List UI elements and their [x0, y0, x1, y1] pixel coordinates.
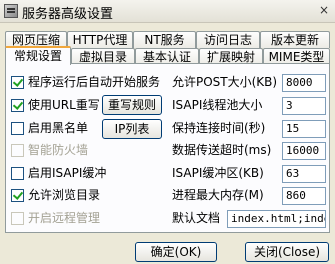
- server-settings-window: 服务器高级设置 × 网页压缩 HTTP代理 NT服务 访问日志 版本更新 常规设…: [0, 0, 335, 264]
- tab-version-update[interactable]: 版本更新: [260, 31, 330, 48]
- checkbox-box[interactable]: [11, 212, 24, 225]
- checkbox-label: 启用黑名单: [28, 121, 89, 135]
- close-icon[interactable]: ×: [315, 2, 333, 19]
- post-size-field[interactable]: 8000: [282, 74, 326, 92]
- tab-general-settings[interactable]: 常规设置: [5, 46, 71, 65]
- checkbox-label: 启用ISAPI缓冲: [28, 166, 107, 180]
- isapi-buffer-size-label: ISAPI缓冲区(KB): [172, 166, 264, 180]
- transfer-timeout-field[interactable]: 16000: [282, 142, 326, 160]
- default-document-label: 默认文档: [172, 211, 221, 225]
- checkbox-box[interactable]: [11, 99, 24, 112]
- post-size-label: 允许POST大小(KB): [172, 75, 278, 89]
- app-icon: [4, 4, 18, 18]
- max-process-memory-label: 进程最大内存(M): [172, 188, 264, 202]
- keep-alive-field[interactable]: 15: [282, 120, 326, 138]
- tab-access-log[interactable]: 访问日志: [196, 31, 260, 48]
- close-button[interactable]: 关闭(Close): [245, 242, 329, 262]
- tab-nt-service[interactable]: NT服务: [133, 31, 196, 48]
- checkbox-box[interactable]: [11, 189, 24, 202]
- isapi-buffer-size-field[interactable]: 63: [282, 165, 326, 183]
- tab-http-proxy[interactable]: HTTP代理: [67, 31, 133, 48]
- title-bar[interactable]: 服务器高级设置 ×: [0, 0, 335, 23]
- max-process-memory-field[interactable]: 860: [282, 187, 326, 205]
- isapi-thread-pool-label: ISAPI线程池大小: [172, 98, 263, 112]
- isapi-thread-pool-field[interactable]: 3: [282, 97, 326, 115]
- ok-button[interactable]: 确定(OK): [135, 242, 217, 262]
- transfer-timeout-label: 数据传送超时(ms): [172, 143, 272, 157]
- checkbox-label: 开启远程管理: [28, 211, 101, 225]
- checkbox-label: 允许浏览目录: [28, 188, 101, 202]
- checkbox-box[interactable]: [11, 167, 24, 180]
- checkbox-label: 智能防火墙: [28, 143, 89, 157]
- keep-alive-label: 保持连接时间(秒): [172, 121, 266, 135]
- rewrite-rules-button[interactable]: 重写规则: [102, 95, 162, 115]
- ip-list-button[interactable]: IP列表: [102, 119, 162, 139]
- window-title: 服务器高级设置: [22, 7, 114, 22]
- general-settings-panel: 程序运行后自动开始服务 使用URL重写 重写规则 启用黑名单 IP列表 智能防火…: [5, 63, 330, 233]
- checkbox-label: 使用URL重写: [28, 98, 100, 112]
- checkbox-box[interactable]: [11, 122, 24, 135]
- checkbox-label: 程序运行后自动开始服务: [28, 75, 161, 89]
- default-document-field[interactable]: index.html;index.: [227, 210, 326, 228]
- checkbox-box[interactable]: [11, 76, 24, 89]
- checkbox-box[interactable]: [11, 144, 24, 157]
